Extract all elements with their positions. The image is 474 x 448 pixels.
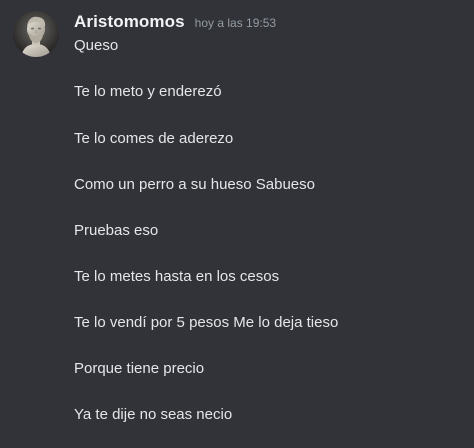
user-avatar[interactable] [13,11,59,57]
message-line: Pruebas eso [74,222,159,239]
message-line: Te lo vendí por 5 pesos Me lo deja tieso [74,314,339,331]
message-line: Porque tiene precio [74,360,205,377]
message-line: Te lo meto y enderezó [74,83,222,100]
username[interactable]: Aristomomos [74,12,185,32]
message-line: Ya te dije no seas necio [74,406,233,423]
message-timestamp: hoy a las 19:53 [194,16,277,30]
chat-message: Aristomomos hoy a las 19:53 Queso Te lo … [0,0,474,448]
bust-statue-avatar-icon [13,11,59,57]
message-line: Como un perro a su hueso Sabueso [74,176,315,193]
message-header: Aristomomos hoy a las 19:53 [74,12,276,36]
message-line: Queso [74,37,119,54]
message-line: Te lo comes de aderezo [74,130,234,147]
message-line: Te lo metes hasta en los cesos [74,268,280,285]
